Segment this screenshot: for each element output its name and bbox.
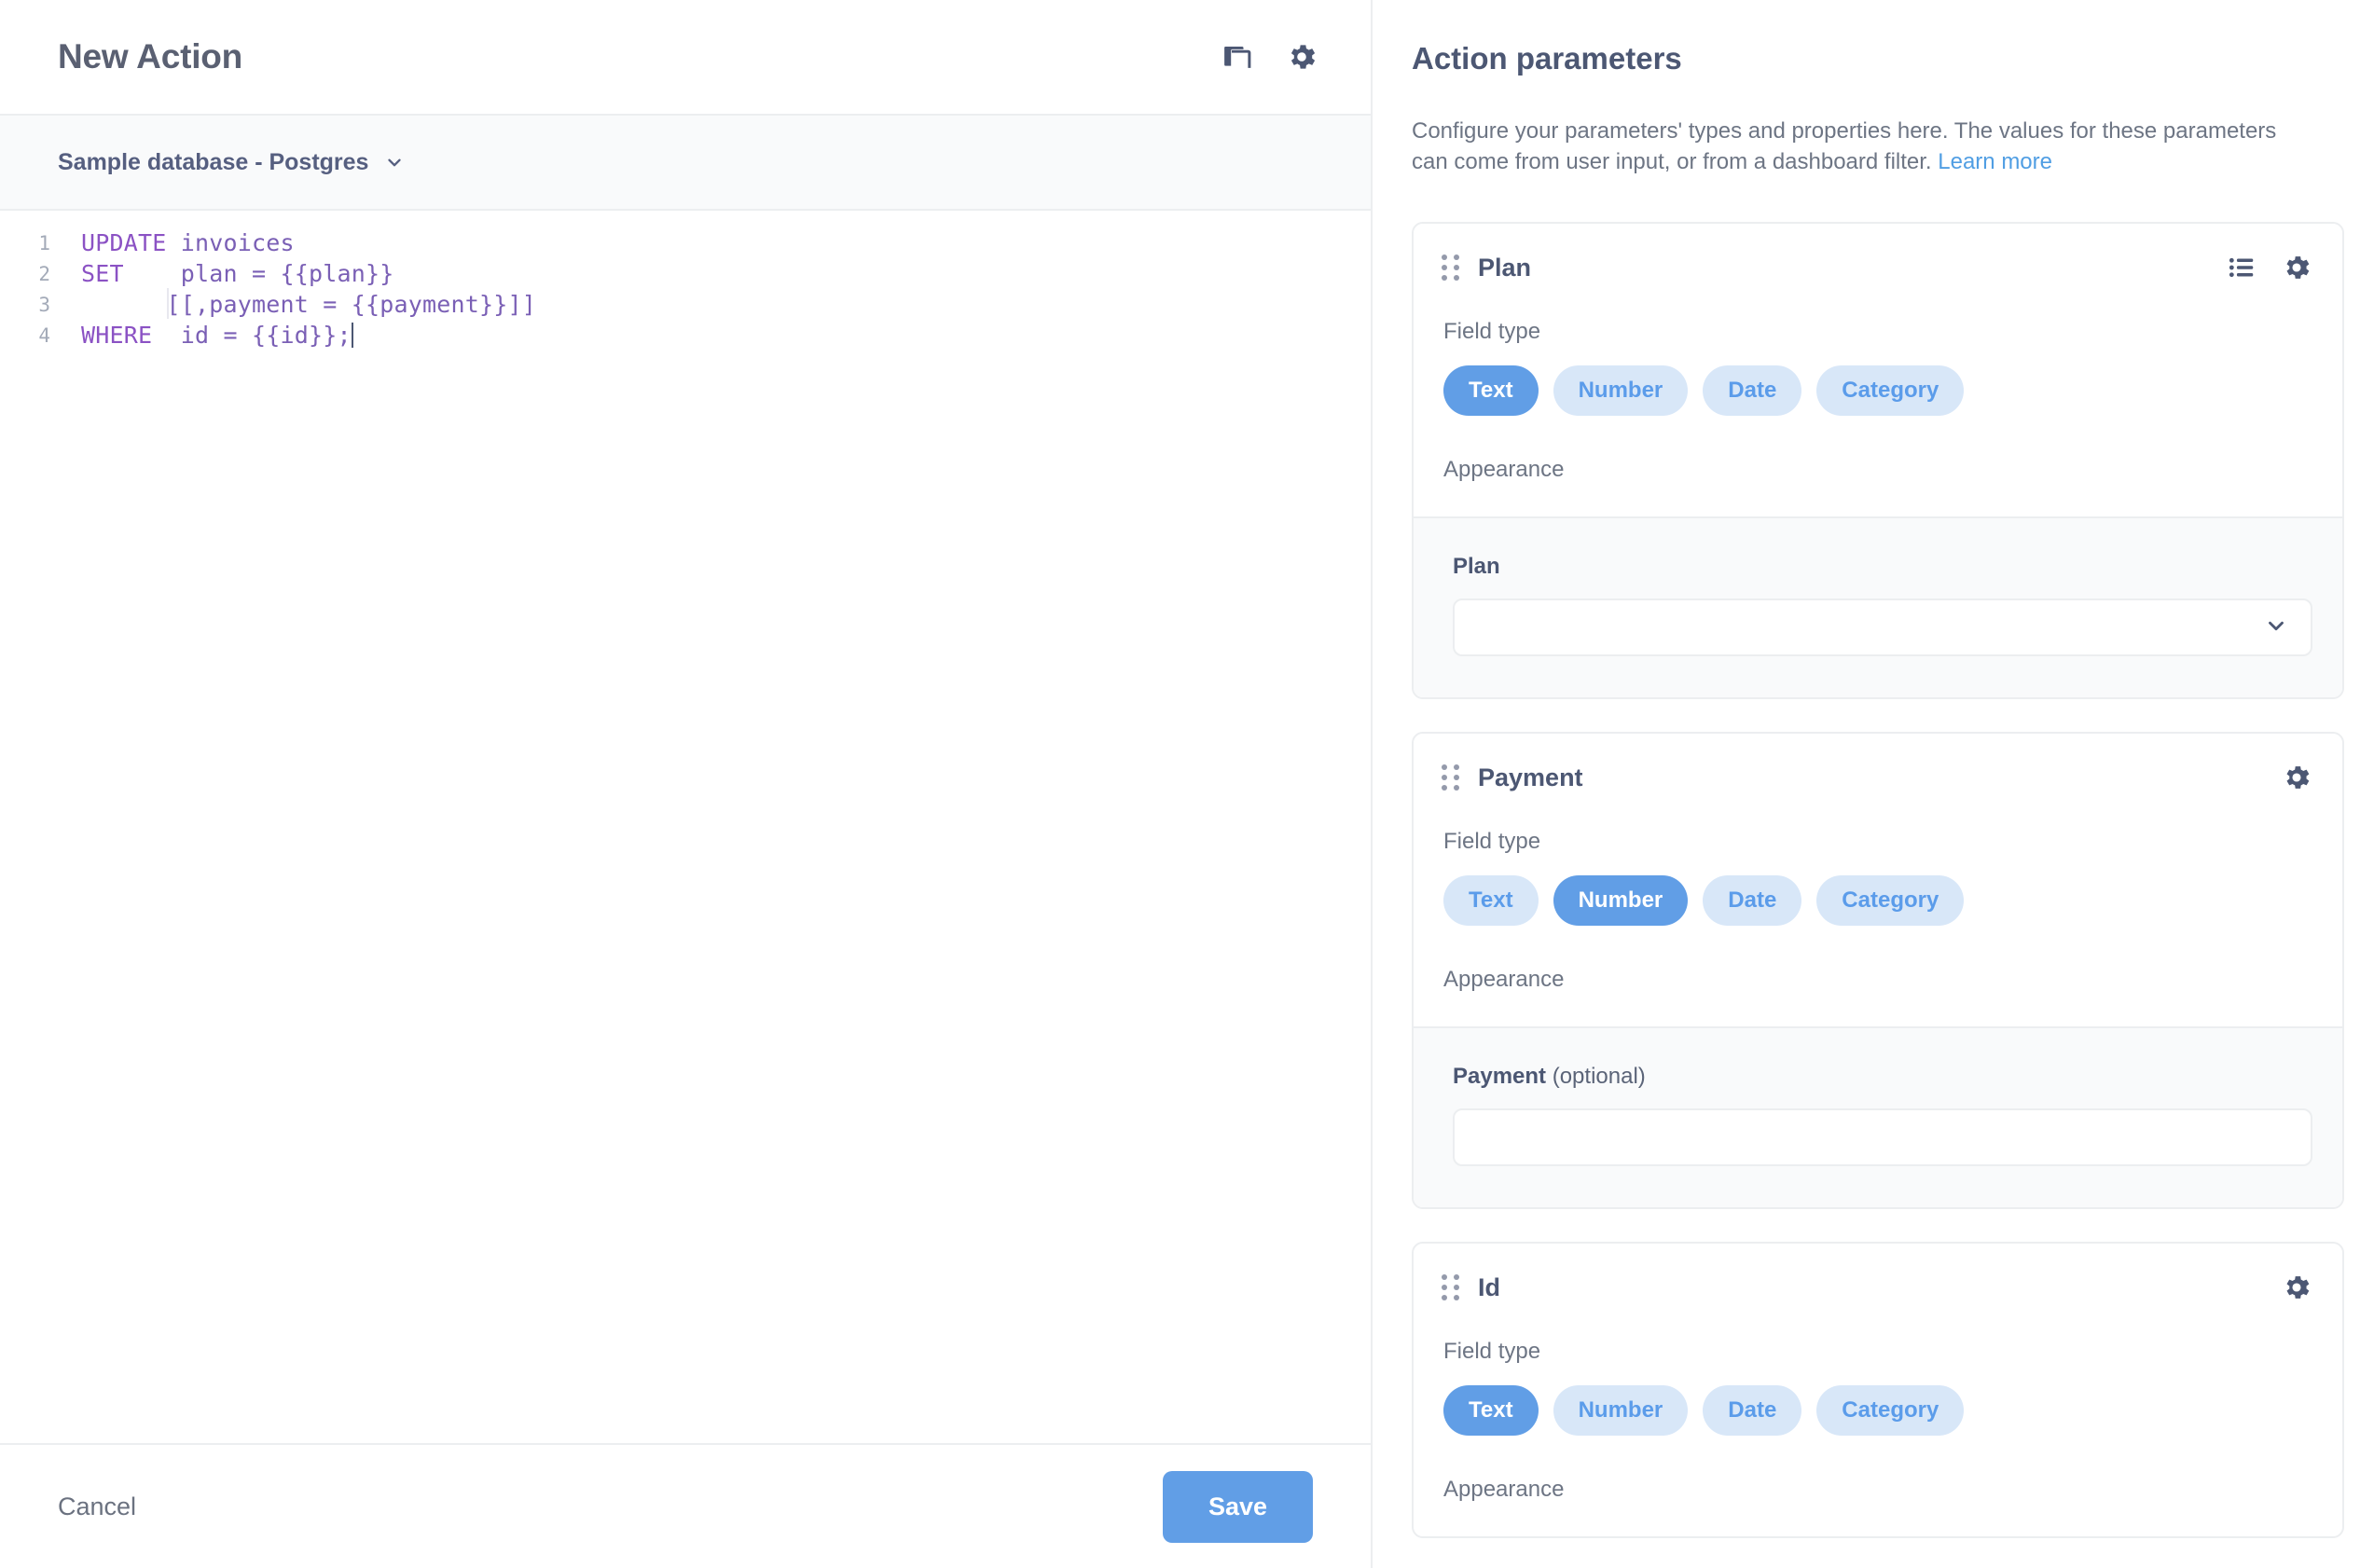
field-type-options: Text Number Date Category [1443,365,2312,416]
code-text: SET plan = {{plan}} [56,260,394,287]
field-type-label: Field type [1443,829,2312,855]
learn-more-link[interactable]: Learn more [1938,149,2052,174]
chevron-down-icon [2264,613,2288,642]
action-editor-panel: New Action Sample database - Postgres [0,0,1373,1568]
line-number: 4 [0,324,56,347]
card-body: Field type Text Number Date Category App… [1414,1303,2342,1536]
save-button[interactable]: Save [1163,1471,1313,1543]
editor-header: New Action [0,0,1371,116]
field-type-category[interactable]: Category [1816,1385,1964,1436]
drag-handle-icon[interactable] [1442,254,1459,281]
field-type-number[interactable]: Number [1553,1385,1689,1436]
field-type-text[interactable]: Text [1443,875,1539,926]
parameter-name: Plan [1478,254,1531,282]
editor-footer: Cancel Save [0,1443,1371,1568]
drag-handle-icon[interactable] [1442,764,1459,791]
appearance-preview: Plan [1414,516,2342,697]
card-body: Field type Text Number Date Category App… [1414,283,2342,516]
code-text: [[,payment = {{payment}}]] [56,291,536,318]
card-header: Payment [1414,734,2342,793]
code-line: 4 WHERE id = {{id}}; [0,320,1371,351]
list-icon[interactable] [2227,253,2257,282]
parameter-card-id: Id Field type Text Number Date Category [1412,1242,2344,1538]
code-line: 2 SET plan = {{plan}} [0,258,1371,289]
field-type-text[interactable]: Text [1443,365,1539,416]
field-type-date[interactable]: Date [1703,875,1801,926]
parameter-name: Id [1478,1273,1500,1302]
appearance-label: Appearance [1443,1477,2312,1503]
field-type-date[interactable]: Date [1703,365,1801,416]
preview-label-text: Payment [1453,1064,1546,1089]
code-text: WHERE id = {{id}}; [56,322,353,349]
text-caret [352,323,353,348]
line-number: 3 [0,294,56,316]
action-parameters-panel: Action parameters Configure your paramet… [1373,0,2374,1568]
field-type-number[interactable]: Number [1553,875,1689,926]
description-text: Configure your parameters' types and pro… [1412,118,2276,174]
field-type-text[interactable]: Text [1443,1385,1539,1436]
gear-icon[interactable] [1285,40,1318,74]
appearance-preview: Payment (optional) [1414,1026,2342,1207]
card-header: Id [1414,1244,2342,1303]
code-line: 1 UPDATE invoices [0,227,1371,258]
field-type-number[interactable]: Number [1553,365,1689,416]
parameters-description: Configure your parameters' types and pro… [1412,116,2293,177]
card-header-icons [2281,762,2312,793]
code-line: 3 [[,payment = {{payment}}]] [0,289,1371,320]
parameter-card-plan: Plan [1412,222,2344,699]
field-type-options: Text Number Date Category [1443,875,2312,926]
card-header-icons [2227,252,2312,283]
card-header-icons [2281,1272,2312,1303]
page-title: New Action [58,37,242,76]
appearance-label: Appearance [1443,967,2312,993]
field-type-date[interactable]: Date [1703,1385,1801,1436]
field-type-options: Text Number Date Category [1443,1385,2312,1436]
preview-label-text: Plan [1453,554,1500,579]
plan-select-input[interactable] [1453,598,2312,656]
database-selector[interactable]: Sample database - Postgres [0,116,1371,211]
payment-text-input[interactable] [1453,1108,2312,1166]
parameter-card-payment: Payment Field type Text Number Date Cate… [1412,732,2344,1209]
preview-label: Plan [1453,554,2312,580]
gear-icon[interactable] [2281,252,2312,283]
card-header: Plan [1414,224,2342,283]
gear-icon[interactable] [2281,1272,2312,1303]
cancel-button[interactable]: Cancel [58,1492,136,1521]
preview-label: Payment (optional) [1453,1064,2312,1090]
code-text: UPDATE invoices [56,229,295,256]
sql-editor[interactable]: 1 UPDATE invoices 2 SET plan = {{plan}} … [0,211,1371,1443]
field-type-category[interactable]: Category [1816,365,1964,416]
gear-icon[interactable] [2281,762,2312,793]
database-name: Sample database - Postgres [58,149,368,176]
field-type-label: Field type [1443,1339,2312,1365]
line-number: 2 [0,263,56,285]
parameter-name: Payment [1478,763,1583,792]
field-type-label: Field type [1443,319,2312,345]
parameters-title: Action parameters [1412,41,2344,76]
appearance-label: Appearance [1443,457,2312,483]
field-type-category[interactable]: Category [1816,875,1964,926]
line-number: 1 [0,232,56,254]
panel-toggle-icon[interactable] [1222,41,1253,73]
preview-optional-text: (optional) [1546,1064,1646,1089]
app-root: New Action Sample database - Postgres [0,0,2374,1568]
indent-guide [167,288,169,319]
chevron-down-icon [384,152,405,172]
header-icon-group [1222,40,1318,74]
card-body: Field type Text Number Date Category App… [1414,793,2342,1026]
drag-handle-icon[interactable] [1442,1274,1459,1300]
